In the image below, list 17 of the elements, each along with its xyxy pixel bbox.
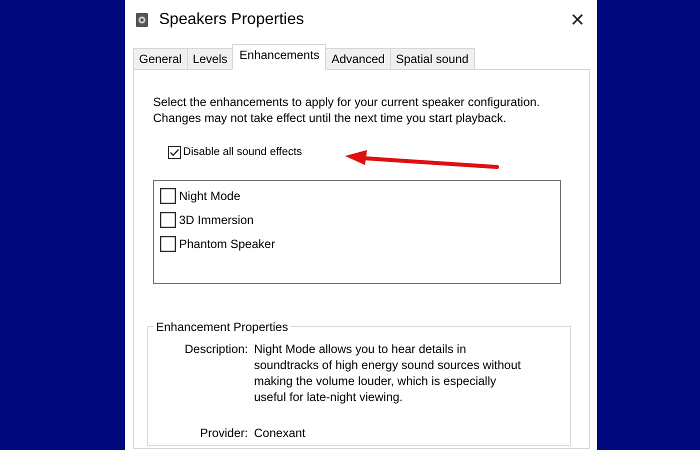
enhancement-checkbox[interactable]: Night Mode — [160, 186, 240, 204]
close-button[interactable]: ✕ — [570, 11, 585, 29]
enhancement-checkbox[interactable]: 3D Immersion — [160, 210, 254, 228]
enhancement-checkbox[interactable]: Phantom Speaker — [160, 234, 276, 252]
disable-effects-checkbox[interactable]: Disable all sound effects — [168, 144, 302, 160]
tab[interactable]: General — [133, 48, 188, 70]
field-value: Conexant — [254, 424, 306, 440]
tab[interactable]: Enhancements — [232, 44, 326, 70]
speaker-icon — [135, 12, 149, 28]
tab[interactable]: Spatial sound — [390, 48, 475, 70]
field-value: Night Mode allows you to hear details in soundtracks of high energy sound sources without making the volume louder, which is especially useful for late-night viewing. — [254, 340, 522, 404]
window-title: Speakers Properties — [159, 10, 304, 30]
tab[interactable]: Levels — [186, 48, 234, 70]
field-label: Description: — [184, 340, 248, 358]
tab[interactable]: Advanced — [325, 48, 391, 70]
instruction-text: Select the enhancements to apply for your current speaker configuration. Changes may not take effect until the next time you start playback. — [153, 94, 541, 126]
field-label: Provider: — [198, 424, 248, 440]
